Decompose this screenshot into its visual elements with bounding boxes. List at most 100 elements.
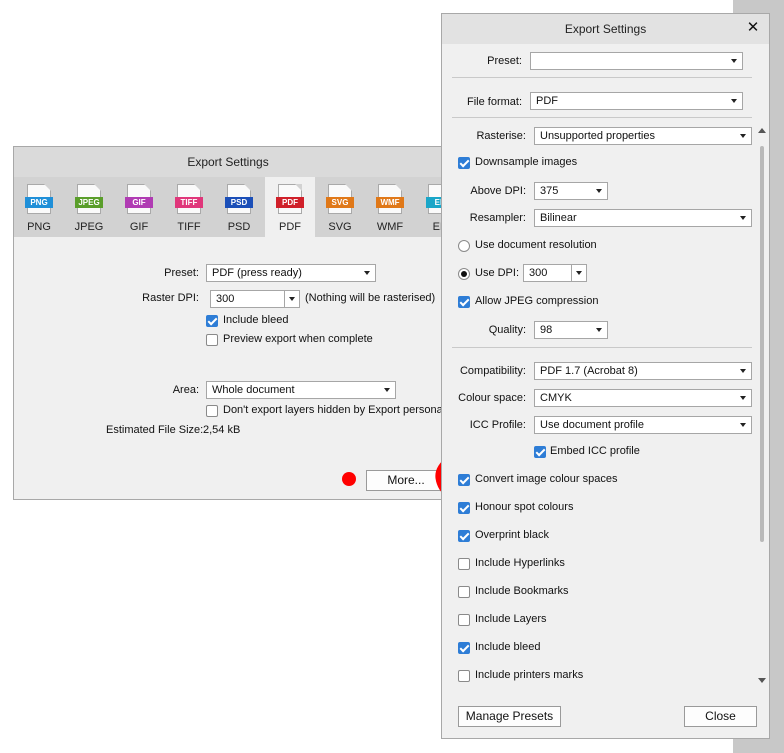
preview-export-checkbox[interactable]	[206, 334, 218, 346]
tab-pdf[interactable]: PDF PDF	[265, 177, 315, 237]
tab-label: SVG	[328, 221, 352, 233]
above-dpi-label: Above DPI:	[470, 185, 526, 197]
scroll-down-icon[interactable]	[758, 678, 766, 683]
embed-icc-checkbox[interactable]	[534, 446, 546, 458]
option-label: Include Layers	[475, 613, 547, 625]
include-bleed-label: Include bleed	[223, 314, 289, 326]
area-label: Area:	[172, 384, 199, 396]
psd-file-icon: PSD	[225, 184, 253, 214]
include-bookmarks-checkbox[interactable]	[458, 586, 470, 598]
tab-label: JPEG	[74, 221, 104, 233]
option-label: Include Bookmarks	[475, 585, 569, 597]
separator	[452, 77, 752, 78]
dont-export-layers-checkbox[interactable]	[206, 405, 218, 417]
close-button[interactable]: Close	[684, 706, 757, 727]
compatibility-label: Compatibility:	[459, 365, 526, 377]
scroll-up-icon[interactable]	[758, 128, 766, 133]
raster-note: (Nothing will be rasterised)	[305, 292, 436, 304]
icc-profile-value: Use document profile	[540, 419, 644, 431]
file-format-label: File format:	[466, 96, 522, 108]
embed-icc-label: Embed ICC profile	[550, 445, 640, 457]
chevron-down-icon	[740, 423, 746, 427]
chevron-down-icon	[596, 328, 602, 332]
tab-label: PDF	[279, 221, 301, 233]
resampler-value: Bilinear	[540, 212, 577, 224]
compatibility-select[interactable]: PDF 1.7 (Acrobat 8)	[534, 362, 752, 380]
estimated-size-value: 2,54 kB	[203, 424, 241, 436]
colour-space-select[interactable]: CMYK	[534, 389, 752, 407]
tab-jpeg[interactable]: JPEG JPEG	[64, 177, 114, 237]
include-printers-marks-checkbox[interactable]	[458, 670, 470, 682]
raster-dpi-combo[interactable]: 300	[210, 290, 300, 308]
tab-svg[interactable]: SVG SVG	[315, 177, 365, 237]
dialog-title: Export Settings	[442, 14, 769, 44]
svg-file-icon: SVG	[326, 184, 354, 214]
resampler-select[interactable]: Bilinear	[534, 209, 752, 227]
chevron-down-icon	[576, 271, 582, 275]
file-format-select[interactable]: PDF	[530, 92, 743, 110]
include-bleed-checkbox[interactable]	[206, 315, 218, 327]
preset-label: Preset:	[487, 55, 522, 67]
use-dpi-value: 300	[529, 267, 548, 279]
use-dpi-dropdown-button[interactable]	[571, 265, 586, 281]
allow-jpeg-checkbox[interactable]	[458, 296, 470, 308]
raster-dpi-value: 300	[216, 293, 235, 305]
tab-psd[interactable]: PSD PSD	[214, 177, 264, 237]
tab-label: GIF	[129, 221, 149, 233]
use-dpi-radio[interactable]	[458, 268, 470, 280]
preset-label: Preset:	[164, 267, 199, 279]
tab-eps[interactable]: EP EP	[415, 177, 442, 237]
dont-export-layers-label: Don't export layers hidden by Export per…	[223, 404, 443, 416]
preview-export-label: Preview export when complete	[223, 333, 373, 345]
dialog-title: Export Settings	[14, 147, 442, 177]
option-label: Include printers marks	[475, 669, 584, 681]
tab-label: PSD	[227, 221, 251, 233]
use-dpi-label: Use DPI:	[475, 267, 520, 279]
manage-presets-button[interactable]: Manage Presets	[458, 706, 561, 727]
preset-value: PDF (press ready)	[212, 267, 302, 279]
overprint-black-checkbox[interactable]	[458, 530, 470, 542]
rasterise-select[interactable]: Unsupported properties	[534, 127, 752, 145]
tab-tiff[interactable]: TIFF TIFF	[164, 177, 214, 237]
preset-select[interactable]	[530, 52, 743, 70]
use-document-resolution-radio[interactable]	[458, 240, 470, 252]
tab-wmf[interactable]: WMF WMF	[365, 177, 415, 237]
raster-dpi-label: Raster DPI:	[142, 292, 199, 304]
option-label: Convert image colour spaces	[475, 473, 618, 485]
convert-image-colour-spaces-checkbox[interactable]	[458, 474, 470, 486]
tab-label: PNG	[27, 221, 51, 233]
chevron-down-icon	[740, 369, 746, 373]
chevron-down-icon	[384, 388, 390, 392]
colour-space-value: CMYK	[540, 392, 572, 404]
include-bleed-checkbox[interactable]	[458, 642, 470, 654]
close-icon[interactable]: ✕	[745, 20, 761, 36]
icc-profile-select[interactable]: Use document profile	[534, 416, 752, 434]
scrollbar-thumb[interactable]	[760, 146, 764, 542]
tiff-file-icon: TIFF	[175, 184, 203, 214]
downsample-checkbox[interactable]	[458, 157, 470, 169]
raster-dpi-dropdown-button[interactable]	[284, 291, 299, 307]
use-document-resolution-label: Use document resolution	[475, 239, 597, 251]
separator	[452, 347, 752, 348]
include-layers-checkbox[interactable]	[458, 614, 470, 626]
compatibility-value: PDF 1.7 (Acrobat 8)	[540, 365, 638, 377]
use-dpi-combo[interactable]: 300	[523, 264, 587, 282]
colour-space-label: Colour space:	[458, 392, 526, 404]
above-dpi-select[interactable]: 375	[534, 182, 608, 200]
chevron-down-icon	[740, 134, 746, 138]
chevron-down-icon	[740, 396, 746, 400]
export-settings-dialog-front: Export Settings ✕ Preset: File format: P…	[441, 13, 770, 739]
option-label: Include bleed	[475, 641, 541, 653]
tab-label: TIFF	[177, 221, 201, 233]
preset-select[interactable]: PDF (press ready)	[206, 264, 376, 282]
tab-png[interactable]: PNG PNG	[14, 177, 64, 237]
downsample-label: Downsample images	[475, 156, 578, 168]
chevron-down-icon	[731, 59, 737, 63]
include-hyperlinks-checkbox[interactable]	[458, 558, 470, 570]
quality-select[interactable]: 98	[534, 321, 608, 339]
honour-spot-colours-checkbox[interactable]	[458, 502, 470, 514]
tab-label: EP	[432, 221, 442, 233]
area-select[interactable]: Whole document	[206, 381, 396, 399]
estimated-size-label: Estimated File Size:	[106, 424, 204, 436]
tab-gif[interactable]: GIF GIF	[114, 177, 164, 237]
